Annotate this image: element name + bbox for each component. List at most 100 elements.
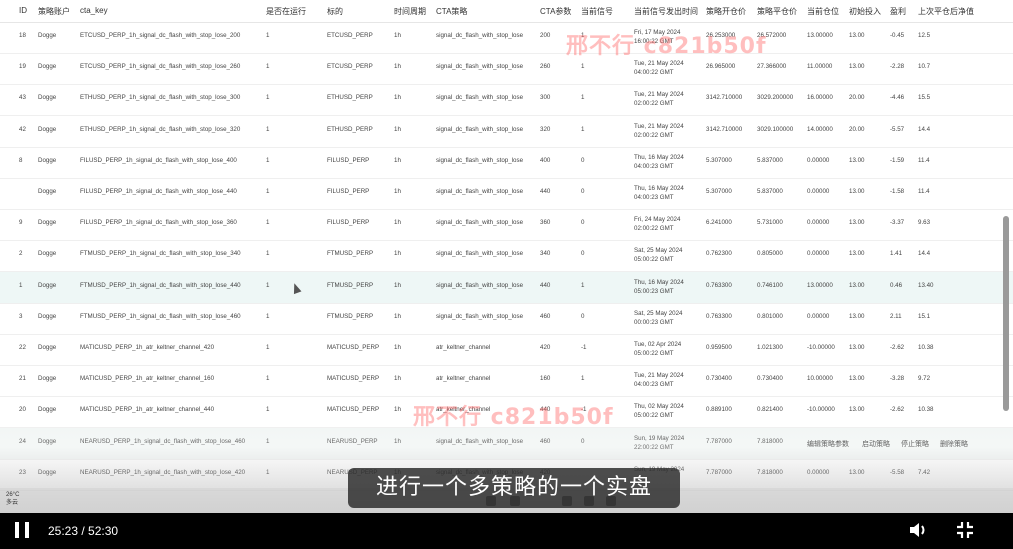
cell-key: FTMUSD_PERP_1h_signal_dc_flash_with_stop…	[80, 250, 241, 258]
cell-tf: 1h	[394, 344, 401, 351]
cell-close: 0.730400	[757, 375, 783, 383]
cell-sym: FILUSD_PERP	[327, 156, 370, 164]
cell-init: 13.00	[849, 312, 865, 320]
cell-key: ETHUSD_PERP_1h_signal_dc_flash_with_stop…	[80, 94, 241, 102]
column-header[interactable]: 初始投入	[849, 6, 881, 17]
cell-init: 13.00	[849, 63, 865, 71]
cell-tf: 1h	[394, 156, 401, 164]
cell-sig: 1	[581, 125, 585, 133]
cell-nav: 15.5	[918, 94, 931, 102]
cell-date: Tue, 21 May 2024 02:00:22 GMT	[634, 122, 684, 139]
cell-date: Fri, 24 May 2024 02:00:22 GMT	[634, 216, 681, 233]
column-header[interactable]: 上次平仓后净值	[918, 6, 974, 17]
cell-open: 0.763300	[706, 312, 732, 320]
table-row[interactable]: 2 Dogge FTMUSD_PERP_1h_signal_dc_flash_wit…	[0, 240, 1013, 273]
scrollbar[interactable]	[1003, 216, 1009, 411]
column-header[interactable]: 当前仓位	[807, 6, 839, 17]
cell-param: 360	[540, 219, 551, 227]
cell-acct: Dogge	[38, 250, 57, 258]
cell-pnl: 1.41	[890, 250, 903, 258]
table-row[interactable]: 19 Dogge ETCUSD_PERP_1h_signal_dc_flash_wi…	[0, 53, 1013, 86]
cell-pnl: 0.46	[890, 281, 903, 289]
cell-acct: Dogge	[38, 188, 57, 195]
cell-tf: 1h	[394, 125, 401, 133]
table-row[interactable]: 42 Dogge ETHUSD_PERP_1h_signal_dc_flash_wi…	[0, 116, 1013, 148]
cell-param: 200	[540, 32, 551, 39]
cell-id: 19	[19, 63, 26, 71]
column-header[interactable]: cta_key	[80, 6, 108, 15]
cell-open: 0.889100	[706, 406, 732, 414]
column-header[interactable]: 策略平仓价	[757, 6, 797, 17]
cell-acct: Dogge	[38, 344, 57, 351]
fullscreen-icon[interactable]	[955, 520, 975, 540]
cell-pos: 0.00000	[807, 250, 830, 258]
cell-key: MATICUSD_PERP_1h_atr_keltner_channel_420	[80, 344, 215, 351]
cell-param: 320	[540, 125, 551, 133]
cell-nav: 14.4	[918, 250, 931, 258]
column-header[interactable]: ID	[19, 6, 27, 15]
cell-pos: 11.00000	[807, 63, 833, 71]
table-row[interactable]: 43 Dogge ETHUSD_PERP_1h_signal_dc_flash_wi…	[0, 84, 1013, 117]
table-row[interactable]: 21 Dogge MATICUSD_PERP_1h_atr_keltner_chan…	[0, 365, 1013, 398]
cell-sym: FILUSD_PERP	[327, 188, 370, 195]
cell-sig: 1	[581, 94, 585, 102]
column-header[interactable]: 当前信号发出时间	[634, 6, 698, 17]
cell-run: 1	[266, 312, 270, 320]
column-header[interactable]: 策略账户	[38, 6, 70, 17]
cell-sym: FTMUSD_PERP	[327, 312, 374, 320]
cell-sym: FILUSD_PERP	[327, 219, 370, 227]
cell-nav: 10.38	[918, 344, 934, 351]
cell-open: 0.762300	[706, 250, 732, 258]
cell-strat: signal_dc_flash_with_stop_lose	[436, 125, 524, 133]
table-row[interactable]: 22 Dogge MATICUSD_PERP_1h_atr_keltner_chan…	[0, 334, 1013, 366]
cell-acct: Dogge	[38, 406, 57, 414]
column-header[interactable]: 策略开仓价	[706, 6, 746, 17]
cell-run: 1	[266, 125, 270, 133]
cell-sym: MATICUSD_PERP	[327, 344, 380, 351]
column-header[interactable]: CTA策略	[436, 6, 467, 17]
cell-pos: -10.00000	[807, 406, 835, 414]
table-row[interactable]: 9 Dogge FILUSD_PERP_1h_signal_dc_flash_wit…	[0, 209, 1013, 242]
pause-icon[interactable]	[15, 522, 31, 538]
cell-id: 42	[19, 125, 26, 133]
cell-open: 6.241000	[706, 219, 732, 227]
volume-icon[interactable]	[908, 520, 930, 540]
cell-key: FILUSD_PERP_1h_signal_dc_flash_with_stop…	[80, 188, 237, 195]
cell-param: 420	[540, 344, 551, 351]
column-header[interactable]: 是否在运行	[266, 6, 306, 17]
video-frame: ID 策略账户 cta_key 是否在运行 标的 时间周期 CTA策略 CTA参数 当前信号 当前…	[0, 0, 1013, 513]
cell-acct: Dogge	[38, 375, 57, 383]
column-header[interactable]: 当前信号	[581, 6, 613, 17]
column-header[interactable]: 时间周期	[394, 6, 426, 17]
cell-sig: 0	[581, 219, 585, 227]
table-row[interactable]: 3 Dogge FTMUSD_PERP_1h_signal_dc_flash_wit…	[0, 303, 1013, 335]
cell-key: ETCUSD_PERP_1h_signal_dc_flash_with_stop…	[80, 32, 241, 39]
table-row[interactable]: 1 Dogge FTMUSD_PERP_1h_signal_dc_flash_wit…	[0, 271, 1013, 304]
cell-open: 5.307000	[706, 188, 732, 195]
column-header[interactable]: 盈利	[890, 6, 906, 17]
cell-id: 3	[19, 312, 23, 320]
cell-nav: 13.40	[918, 281, 934, 289]
cell-acct: Dogge	[38, 281, 57, 289]
table-row[interactable]: 18 Dogge ETCUSD_PERP_1h_signal_dc_flash_wi…	[0, 22, 1013, 54]
table-header: ID 策略账户 cta_key 是否在运行 标的 时间周期 CTA策略 CTA参数 当前信号 当前…	[0, 0, 1013, 23]
cell-tf: 1h	[394, 406, 401, 414]
cell-param: 440	[540, 281, 551, 289]
column-header[interactable]: 标的	[327, 6, 343, 17]
cell-sym: FTMUSD_PERP	[327, 281, 374, 289]
cell-strat: signal_dc_flash_with_stop_lose	[436, 156, 524, 164]
cell-strat: signal_dc_flash_with_stop_lose	[436, 32, 524, 39]
table-row[interactable]: Dogge FILUSD_PERP_1h_signal_dc_flash_with…	[0, 178, 1013, 210]
cell-param: 460	[540, 312, 551, 320]
cell-init: 13.00	[849, 406, 865, 414]
cell-pnl: -1.59	[890, 156, 905, 164]
cell-init: 13.00	[849, 156, 865, 164]
cell-pnl: -0.45	[890, 32, 905, 39]
cell-close: 1.021300	[757, 344, 783, 351]
column-header[interactable]: CTA参数	[540, 6, 571, 17]
cell-open: 5.307000	[706, 156, 732, 164]
cell-init: 13.00	[849, 375, 865, 383]
cell-init: 13.00	[849, 281, 865, 289]
cell-acct: Dogge	[38, 63, 57, 71]
table-row[interactable]: 8 Dogge FILUSD_PERP_1h_signal_dc_flash_wit…	[0, 147, 1013, 179]
